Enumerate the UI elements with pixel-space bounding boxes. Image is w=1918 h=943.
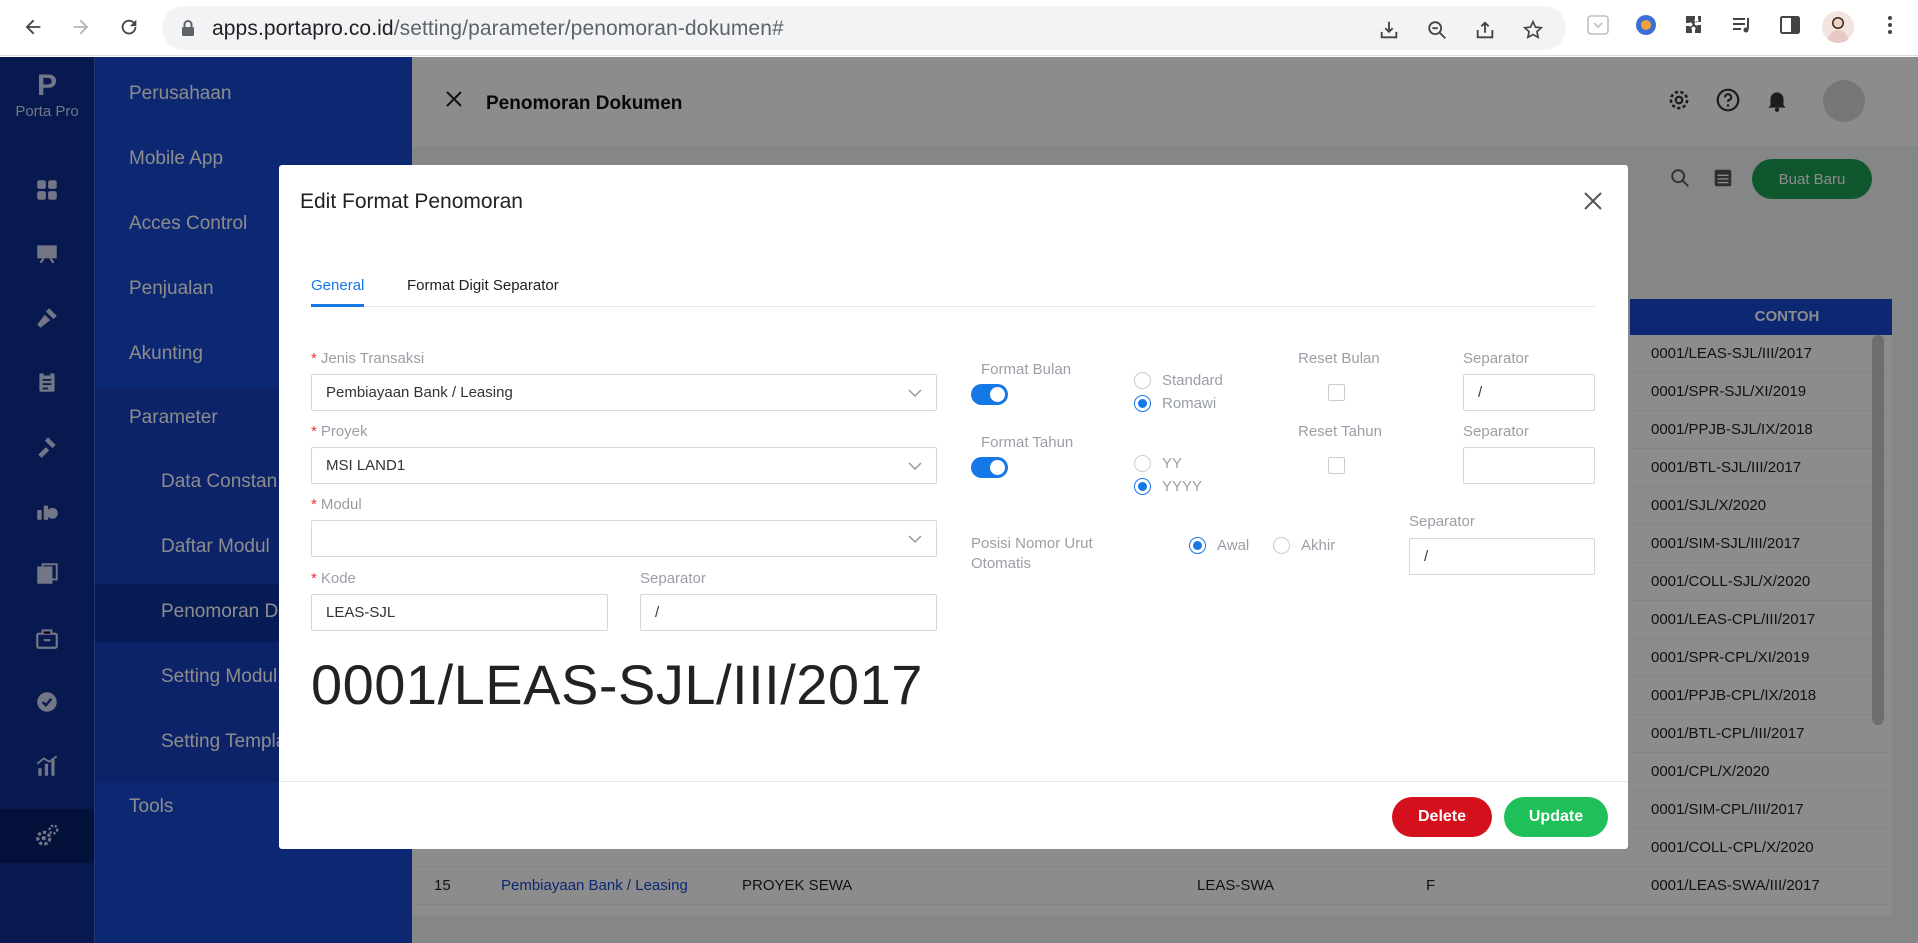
reset-bulan-checkbox[interactable] [1328,384,1345,401]
extensions-puzzle-icon[interactable] [1682,13,1706,37]
proyek-label: * Proyek [311,423,368,440]
format-tahun-toggle[interactable] [971,457,1008,478]
kode-label: * Kode [311,570,356,587]
back-icon[interactable] [16,10,50,44]
reset-tahun-label: Reset Tahun [1298,423,1382,440]
tahun-yy-label: YY [1162,455,1183,472]
browser-extension-icon[interactable] [1634,13,1658,37]
tahun-separator-label: Separator [1463,423,1529,440]
kode-input[interactable]: LEAS-SJL [311,594,608,631]
bulan-standard-label: Standard [1162,372,1223,389]
posisi-separator-input[interactable]: / [1409,538,1595,575]
bulan-romawi-label: Romawi [1162,395,1217,412]
modul-select[interactable] [311,520,937,557]
pocket-extension-icon[interactable] [1586,13,1610,37]
posisi-nomor-urut-label: Posisi Nomor Urut Otomatis [971,535,1093,572]
chevron-down-icon [908,389,922,398]
jenis-transaksi-label: * Jenis Transaksi [311,350,425,367]
close-icon[interactable] [1581,189,1605,213]
format-tahun-label: Format Tahun [981,434,1074,451]
tahun-yy-radio[interactable] [1134,455,1151,472]
more-options-icon[interactable] [1878,13,1902,37]
posisi-awal-radio[interactable] [1189,537,1206,554]
tahun-yyyy-label: YYYY [1162,478,1203,495]
format-bulan-toggle[interactable] [971,384,1008,405]
jenis-transaksi-select[interactable]: Pembiayaan Bank / Leasing [311,374,937,411]
chevron-down-icon [908,535,922,544]
media-queue-icon[interactable] [1730,13,1754,37]
url-text: apps.portapro.co.id/setting/parameter/pe… [212,17,784,40]
proyek-select[interactable]: MSI LAND1 [311,447,937,484]
share-icon[interactable] [1474,19,1496,41]
format-bulan-label: Format Bulan [981,361,1072,378]
tahun-yyyy-radio[interactable] [1134,478,1151,495]
format-preview: 0001/LEAS-SJL/III/2017 [311,653,923,716]
update-button[interactable]: Update [1504,797,1608,837]
reset-bulan-label: Reset Bulan [1298,350,1380,367]
profile-avatar[interactable] [1822,11,1854,43]
delete-button[interactable]: Delete [1392,797,1492,837]
modul-label: * Modul [311,496,362,513]
modal-title: Edit Format Penomoran [300,190,523,213]
tahun-separator-input[interactable] [1463,447,1595,484]
bulan-romawi-radio[interactable] [1134,395,1151,412]
bulan-standard-radio[interactable] [1134,372,1151,389]
tab-general[interactable]: General [311,277,364,294]
active-tab-indicator [311,304,364,307]
posisi-awal-label: Awal [1217,537,1250,554]
chevron-down-icon [908,462,922,471]
side-panel-icon[interactable] [1778,13,1802,37]
edit-format-modal: Edit Format Penomoran General Format Dig… [279,165,1628,849]
kode-separator-input[interactable]: / [640,594,937,631]
posisi-separator-label: Separator [1409,513,1475,530]
reload-icon[interactable] [112,10,146,44]
address-bar[interactable]: apps.portapro.co.id/setting/parameter/pe… [162,6,1566,50]
bookmark-star-icon[interactable] [1522,19,1544,41]
install-icon[interactable] [1378,19,1400,41]
bulan-separator-input[interactable]: / [1463,374,1595,411]
browser-toolbar: apps.portapro.co.id/setting/parameter/pe… [0,0,1918,56]
modal-tabs: General Format Digit Separator [311,265,1595,307]
bulan-separator-label: Separator [1463,350,1529,367]
posisi-akhir-radio[interactable] [1273,537,1290,554]
posisi-akhir-label: Akhir [1301,537,1336,554]
tab-format-digit-separator[interactable]: Format Digit Separator [407,277,559,294]
zoom-icon[interactable] [1426,19,1448,41]
kode-separator-label: Separator [640,570,706,587]
forward-icon[interactable] [64,10,98,44]
modal-footer-divider [279,781,1628,782]
reset-tahun-checkbox[interactable] [1328,457,1345,474]
lock-icon [182,20,194,36]
